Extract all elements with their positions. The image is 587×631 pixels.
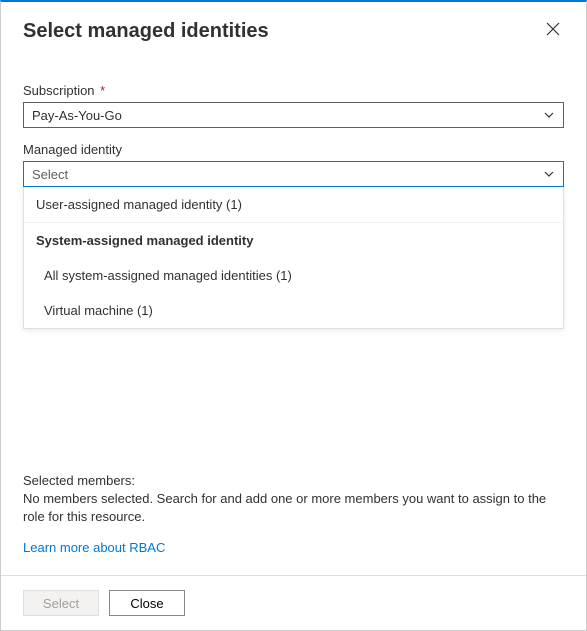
- managed-identity-label: Managed identity: [23, 142, 564, 157]
- subscription-select[interactable]: Pay-As-You-Go: [23, 102, 564, 128]
- close-icon[interactable]: [542, 20, 564, 42]
- panel-footer: Select Close: [1, 575, 586, 630]
- managed-identity-select[interactable]: Select: [23, 161, 564, 187]
- selected-members-empty: No members selected. Search for and add …: [23, 490, 564, 526]
- subscription-label-text: Subscription: [23, 83, 95, 98]
- dropdown-item-user-assigned[interactable]: User-assigned managed identity (1): [24, 187, 563, 223]
- learn-more-link[interactable]: Learn more about RBAC: [23, 540, 165, 555]
- dropdown-item-virtual-machine[interactable]: Virtual machine (1): [24, 293, 563, 328]
- selected-members-label: Selected members:: [23, 473, 564, 488]
- close-button[interactable]: Close: [109, 590, 185, 616]
- dropdown-item-all-system[interactable]: All system-assigned managed identities (…: [24, 258, 563, 293]
- subscription-value: Pay-As-You-Go: [32, 108, 122, 123]
- chevron-down-icon: [543, 168, 555, 180]
- chevron-down-icon: [543, 109, 555, 121]
- select-button: Select: [23, 590, 99, 616]
- subscription-label: Subscription *: [23, 83, 564, 98]
- required-marker: *: [100, 83, 105, 98]
- dropdown-header-system: System-assigned managed identity: [24, 223, 563, 258]
- managed-identity-dropdown: User-assigned managed identity (1) Syste…: [23, 187, 564, 329]
- panel-title: Select managed identities: [23, 20, 269, 43]
- managed-identity-placeholder: Select: [32, 167, 68, 182]
